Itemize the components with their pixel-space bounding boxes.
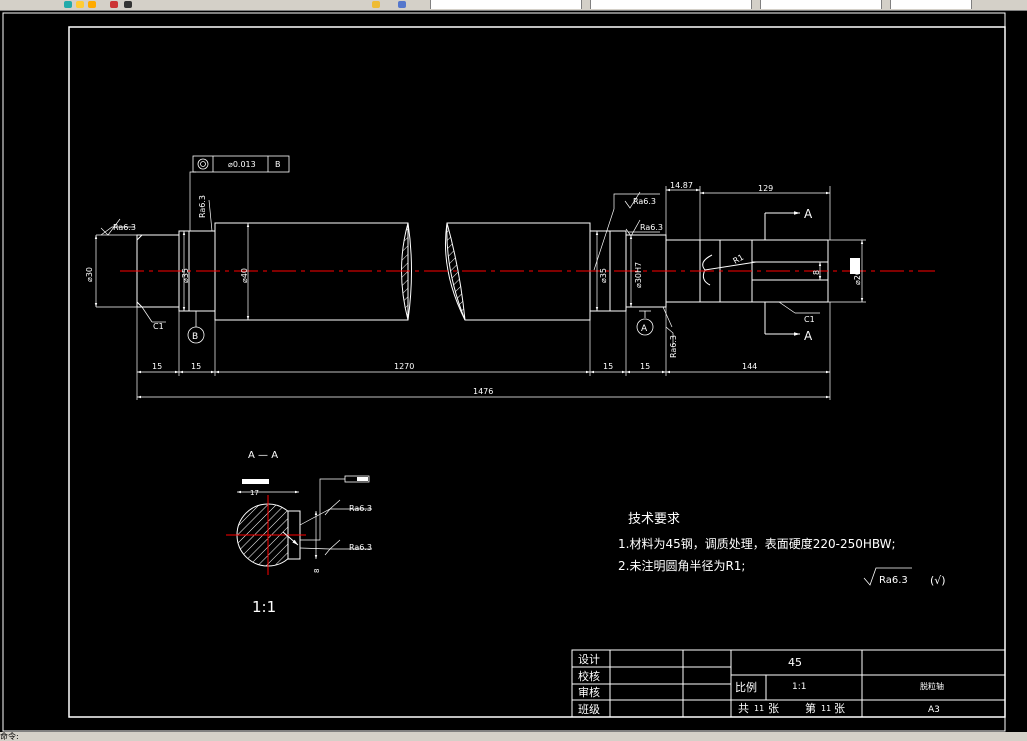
- dim-1476: 1476: [473, 387, 493, 396]
- color-swatch-icon[interactable]: [124, 1, 132, 8]
- roughness-top-left: Ra6.3: [198, 195, 207, 218]
- tb-scale-value: 1:1: [792, 682, 806, 692]
- sun-icon[interactable]: [88, 1, 96, 8]
- dim-15d: 15: [640, 362, 650, 371]
- section-a-a-view[interactable]: A — A 17 8 Ra6.3 Ra6.3 1:1: [226, 450, 372, 616]
- dim-1270: 1270: [394, 362, 414, 371]
- tb-paper: A3: [928, 705, 940, 715]
- layer-state-icon[interactable]: [372, 1, 380, 8]
- tb-review: 审核: [578, 685, 600, 699]
- section-roughness-top: Ra6.3: [349, 504, 372, 513]
- color-dropdown[interactable]: [430, 0, 582, 9]
- chamfer-c1-right: C1: [804, 315, 815, 324]
- tb-class: 班级: [578, 703, 600, 716]
- tb-page-label: 第: [805, 701, 816, 715]
- dim-15b: 15: [191, 362, 201, 371]
- notes-heading: 技术要求: [628, 512, 680, 527]
- chamfer-c1-left: C1: [153, 322, 164, 331]
- dim-dia40: ⌀40: [240, 268, 249, 283]
- dim-129: 129: [758, 184, 773, 193]
- tb-design: 设计: [578, 653, 600, 666]
- section-dim-17: 17: [250, 489, 259, 497]
- lock-icon[interactable]: [110, 1, 118, 8]
- datum-b-label: B: [192, 332, 198, 342]
- tb-material: 45: [788, 656, 802, 669]
- dim-15c: 15: [603, 362, 613, 371]
- dim-14-87: 14.87: [670, 181, 693, 190]
- section-scale: 1:1: [252, 598, 276, 616]
- tb-scale-label: 比例: [735, 680, 757, 694]
- section-title: A — A: [248, 450, 278, 461]
- section-arrow-a-bottom: A: [804, 329, 813, 343]
- layer-icon[interactable]: [64, 1, 72, 8]
- tb-check: 校核: [578, 669, 600, 683]
- dimension-marker: [850, 258, 860, 274]
- tb-page-value: 11: [821, 704, 831, 713]
- roughness-mid-right: Ra6.3: [640, 223, 663, 232]
- tb-total-value: 11: [754, 704, 764, 713]
- dim-8: 8: [812, 270, 821, 275]
- general-roughness-mark: (√): [930, 574, 946, 587]
- general-roughness: Ra6.3: [879, 575, 908, 586]
- concentricity-icon: [197, 158, 209, 170]
- tb-sheet-unit-2: 张: [834, 702, 845, 715]
- gdt-datum: B: [275, 160, 281, 169]
- section-arrow-a-top: A: [804, 207, 813, 221]
- linetype-dropdown[interactable]: [590, 0, 752, 9]
- dim-dia35-left: ⌀35: [181, 268, 190, 283]
- roughness-bottom-right: Ra6.3: [669, 335, 678, 358]
- dim-15a: 15: [152, 362, 162, 371]
- layer-previous-icon[interactable]: [398, 1, 406, 8]
- tb-part-name: 脱粒轴: [920, 681, 944, 691]
- command-line[interactable]: 命令:: [0, 732, 1027, 741]
- command-prompt: 命令:: [0, 732, 19, 741]
- drawing-canvas[interactable]: 15 15 1270 15 15 144 1476 14.87 129 ⌀30 …: [0, 10, 1027, 732]
- dim-dia30: ⌀30: [85, 267, 94, 282]
- tb-total-label: 共: [738, 702, 749, 715]
- dim-dia30h7: ⌀30H7: [634, 262, 643, 288]
- section-dim-8: 8: [313, 569, 321, 573]
- datum-a-label: A: [641, 324, 648, 334]
- technical-notes: 技术要求 1.材料为45钢，调质处理，表面硬度220-250HBW; 2.未注明…: [618, 512, 946, 587]
- roughness-top-right: Ra6.3: [633, 197, 656, 206]
- notes-line-2: 2.未注明圆角半径为R1;: [618, 558, 745, 573]
- lineweight-dropdown[interactable]: [760, 0, 882, 9]
- notes-line-1: 1.材料为45钢，调质处理，表面硬度220-250HBW;: [618, 536, 896, 551]
- tb-sheet-unit-1: 张: [768, 702, 779, 715]
- gdt-tolerance: ⌀0.013: [228, 160, 256, 169]
- plot-style-dropdown[interactable]: [890, 0, 972, 9]
- roughness-left: Ra6.3: [113, 223, 136, 232]
- dim-dia35-right: ⌀35: [599, 268, 608, 283]
- dim-144: 144: [742, 362, 757, 371]
- section-roughness-bottom: Ra6.3: [349, 543, 372, 552]
- lightbulb-icon[interactable]: [76, 1, 84, 8]
